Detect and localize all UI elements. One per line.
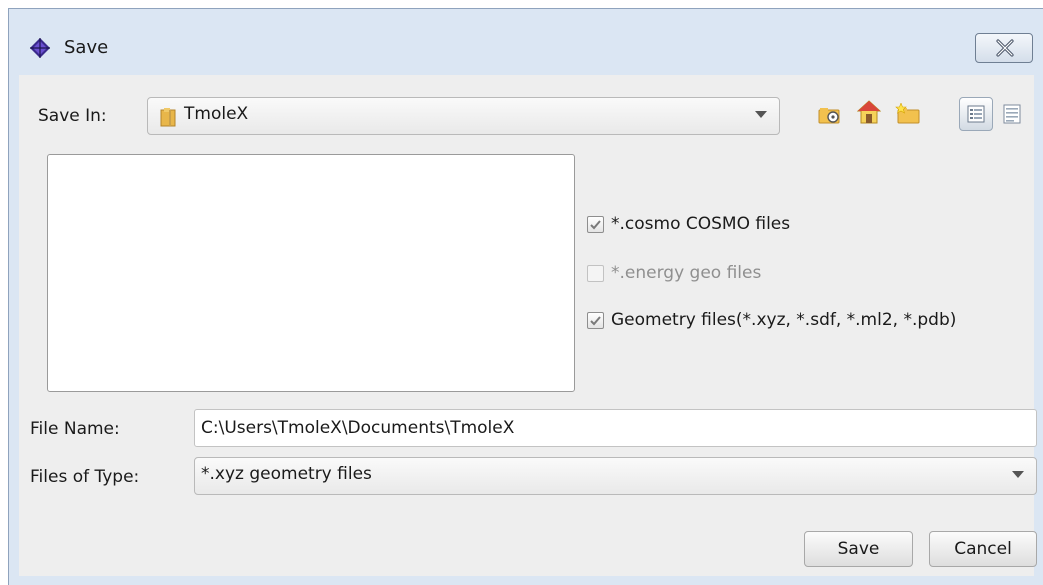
file-list[interactable] bbox=[47, 154, 575, 392]
file-name-input[interactable] bbox=[201, 410, 1021, 446]
energy-files-checkbox bbox=[587, 265, 604, 282]
details-view-icon[interactable] bbox=[1002, 104, 1022, 124]
save-button[interactable]: Save bbox=[804, 531, 913, 567]
save-in-dropdown[interactable]: TmoleX bbox=[147, 97, 780, 135]
app-icon bbox=[30, 38, 50, 58]
file-name-label: File Name: bbox=[30, 419, 120, 439]
cancel-button[interactable]: Cancel bbox=[929, 531, 1037, 567]
save-dialog: Save Save In: TmoleX *.cosmo COSMO files… bbox=[8, 8, 1043, 585]
file-name-field[interactable] bbox=[194, 409, 1037, 447]
title-bar[interactable]: Save bbox=[9, 9, 1043, 73]
folder-up-icon[interactable] bbox=[818, 105, 842, 125]
cosmo-files-label: *.cosmo COSMO files bbox=[611, 214, 791, 234]
dialog-content: Save In: TmoleX *.cosmo COSMO files *.en… bbox=[19, 75, 1037, 576]
close-icon bbox=[996, 39, 1014, 57]
energy-files-label: *.energy geo files bbox=[611, 263, 762, 283]
folder-icon bbox=[160, 108, 176, 127]
geometry-files-label: Geometry files(*.xyz, *.sdf, *.ml2, *.pd… bbox=[611, 310, 957, 330]
file-type-dropdown[interactable]: *.xyz geometry files bbox=[194, 457, 1037, 495]
geometry-files-checkbox[interactable] bbox=[587, 312, 604, 329]
window-title: Save bbox=[64, 37, 109, 58]
save-in-label: Save In: bbox=[38, 106, 107, 126]
chevron-down-icon bbox=[1012, 471, 1024, 478]
chevron-down-icon bbox=[755, 111, 767, 118]
checkmark-icon bbox=[590, 316, 601, 326]
file-type-label: Files of Type: bbox=[30, 467, 140, 487]
save-in-value: TmoleX bbox=[184, 104, 249, 124]
list-view-icon bbox=[967, 105, 985, 123]
cosmo-files-checkbox[interactable] bbox=[587, 216, 604, 233]
close-button[interactable] bbox=[975, 33, 1033, 63]
home-icon[interactable] bbox=[857, 99, 881, 125]
checkmark-icon bbox=[590, 220, 601, 230]
list-view-button[interactable] bbox=[959, 97, 993, 131]
file-type-value: *.xyz geometry files bbox=[201, 464, 372, 484]
new-folder-icon[interactable] bbox=[895, 103, 921, 125]
